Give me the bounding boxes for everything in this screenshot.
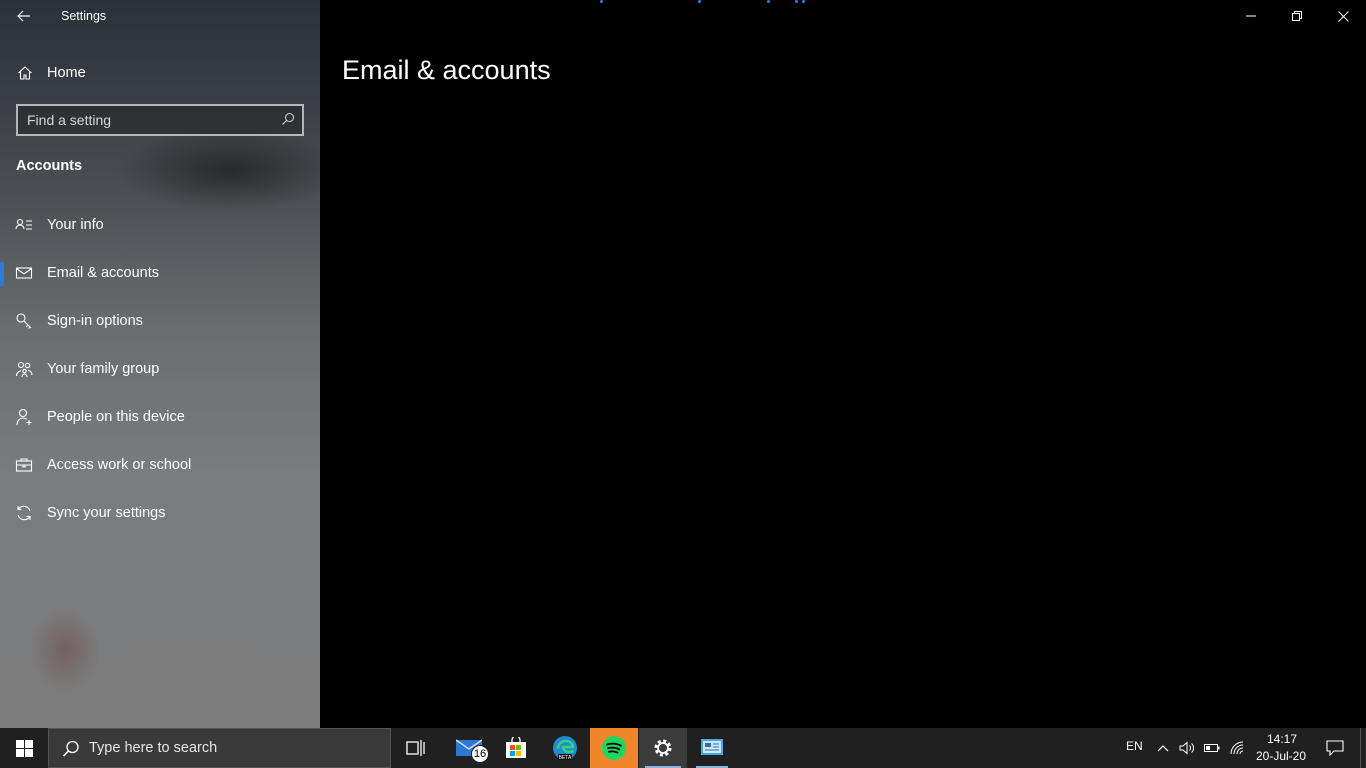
svg-text:BETA: BETA: [559, 755, 572, 761]
microsoft-store-button[interactable]: [495, 728, 537, 768]
sidebar: Settings Home Accounts Your info: [0, 0, 320, 728]
section-heading: Accounts: [16, 158, 83, 174]
nav-item-sign-in-options[interactable]: Sign-in options: [0, 297, 320, 345]
nav-item-people-on-device[interactable]: People on this device: [0, 393, 320, 441]
nav-item-label: Sync your settings: [47, 505, 166, 521]
notification-icon: [1326, 740, 1344, 756]
nav-item-label: Your family group: [47, 361, 160, 377]
family-icon: [15, 360, 33, 378]
nav-item-your-info[interactable]: Your info: [0, 201, 320, 249]
taskbar-search-placeholder: Type here to search: [89, 740, 218, 756]
battery-icon: [1204, 744, 1220, 752]
back-arrow-icon: [17, 10, 30, 22]
settings-app-button[interactable]: [639, 728, 687, 768]
start-button[interactable]: [0, 728, 48, 768]
chevron-up-icon: [1157, 745, 1169, 752]
edge-beta-icon: BETA: [553, 736, 577, 761]
accounts-nav: Your info Email & accounts Sign-in optio…: [0, 201, 320, 537]
close-icon: [1337, 10, 1349, 22]
mail-unread-badge: 16: [471, 745, 489, 763]
volume-icon: [1179, 741, 1194, 755]
nav-item-email-accounts[interactable]: Email & accounts: [0, 249, 320, 297]
battery-button[interactable]: [1200, 728, 1224, 768]
minimize-icon: [1246, 15, 1256, 17]
settings-app-icon: [654, 739, 672, 757]
nav-item-label: Access work or school: [47, 457, 192, 473]
control-panel-button[interactable]: [690, 728, 734, 768]
taskbar-search[interactable]: Type here to search: [48, 728, 391, 768]
spotify-icon: [602, 736, 626, 760]
restore-button[interactable]: [1274, 0, 1320, 32]
clock-date: 20-Jul-20: [1256, 749, 1307, 763]
clock[interactable]: 14:17 20-Jul-20: [1252, 728, 1310, 768]
nav-item-label: Your info: [47, 217, 104, 233]
volume-button[interactable]: [1176, 728, 1198, 768]
find-setting-search[interactable]: [16, 104, 304, 136]
home-label: Home: [47, 65, 86, 81]
home-icon: [17, 65, 33, 86]
active-indicator: [0, 262, 4, 286]
title-bar: Settings: [0, 0, 320, 32]
find-setting-input[interactable]: [27, 110, 277, 130]
nav-item-label: Email & accounts: [47, 265, 160, 281]
network-button[interactable]: [1226, 728, 1250, 768]
loading-indicator: [598, 0, 818, 6]
wifi-icon: [1230, 741, 1244, 755]
loading-dot: [802, 0, 805, 3]
briefcase-icon: [15, 456, 33, 474]
page-title: Email & accounts: [342, 55, 551, 85]
loading-dot: [698, 0, 701, 3]
add-person-icon: [15, 408, 33, 426]
nav-item-sync-settings[interactable]: Sync your settings: [0, 489, 320, 537]
contact-card-icon: [15, 216, 33, 234]
sync-icon: [15, 504, 33, 522]
language-indicator[interactable]: EN: [1126, 739, 1143, 753]
show-hidden-icons-button[interactable]: [1153, 728, 1173, 768]
minimize-button[interactable]: [1228, 0, 1274, 32]
app-title: Settings: [61, 9, 107, 23]
nav-item-label: Sign-in options: [47, 313, 143, 329]
search-icon: [62, 740, 80, 763]
task-view-icon: [406, 740, 425, 756]
windows-logo-icon: [15, 739, 33, 757]
loading-dot: [795, 0, 798, 3]
task-view-button[interactable]: [395, 728, 437, 768]
key-icon: [15, 312, 33, 330]
edge-beta-button[interactable]: BETA: [543, 728, 587, 768]
mail-icon: [15, 264, 33, 282]
nav-item-label: People on this device: [47, 409, 185, 425]
spotify-button[interactable]: [590, 728, 638, 768]
restore-icon: [1292, 11, 1302, 21]
control-panel-icon: [701, 739, 723, 755]
clock-time: 14:17: [1267, 732, 1298, 746]
nav-item-family-group[interactable]: Your family group: [0, 345, 320, 393]
settings-window: Settings Home Accounts Your info: [0, 0, 1366, 728]
action-center-button[interactable]: [1320, 728, 1350, 768]
search-icon[interactable]: [281, 112, 295, 131]
nav-item-access-work-school[interactable]: Access work or school: [0, 441, 320, 489]
close-button[interactable]: [1320, 0, 1366, 32]
home-link[interactable]: Home: [0, 58, 320, 88]
back-button[interactable]: [10, 4, 38, 28]
show-desktop-button[interactable]: [1360, 728, 1366, 768]
loading-dot: [767, 0, 770, 3]
taskbar: Type here to search BETA EN 14:17 20-Jul…: [0, 728, 1366, 768]
loading-dot: [600, 0, 603, 3]
microsoft-store-icon: [506, 737, 526, 758]
